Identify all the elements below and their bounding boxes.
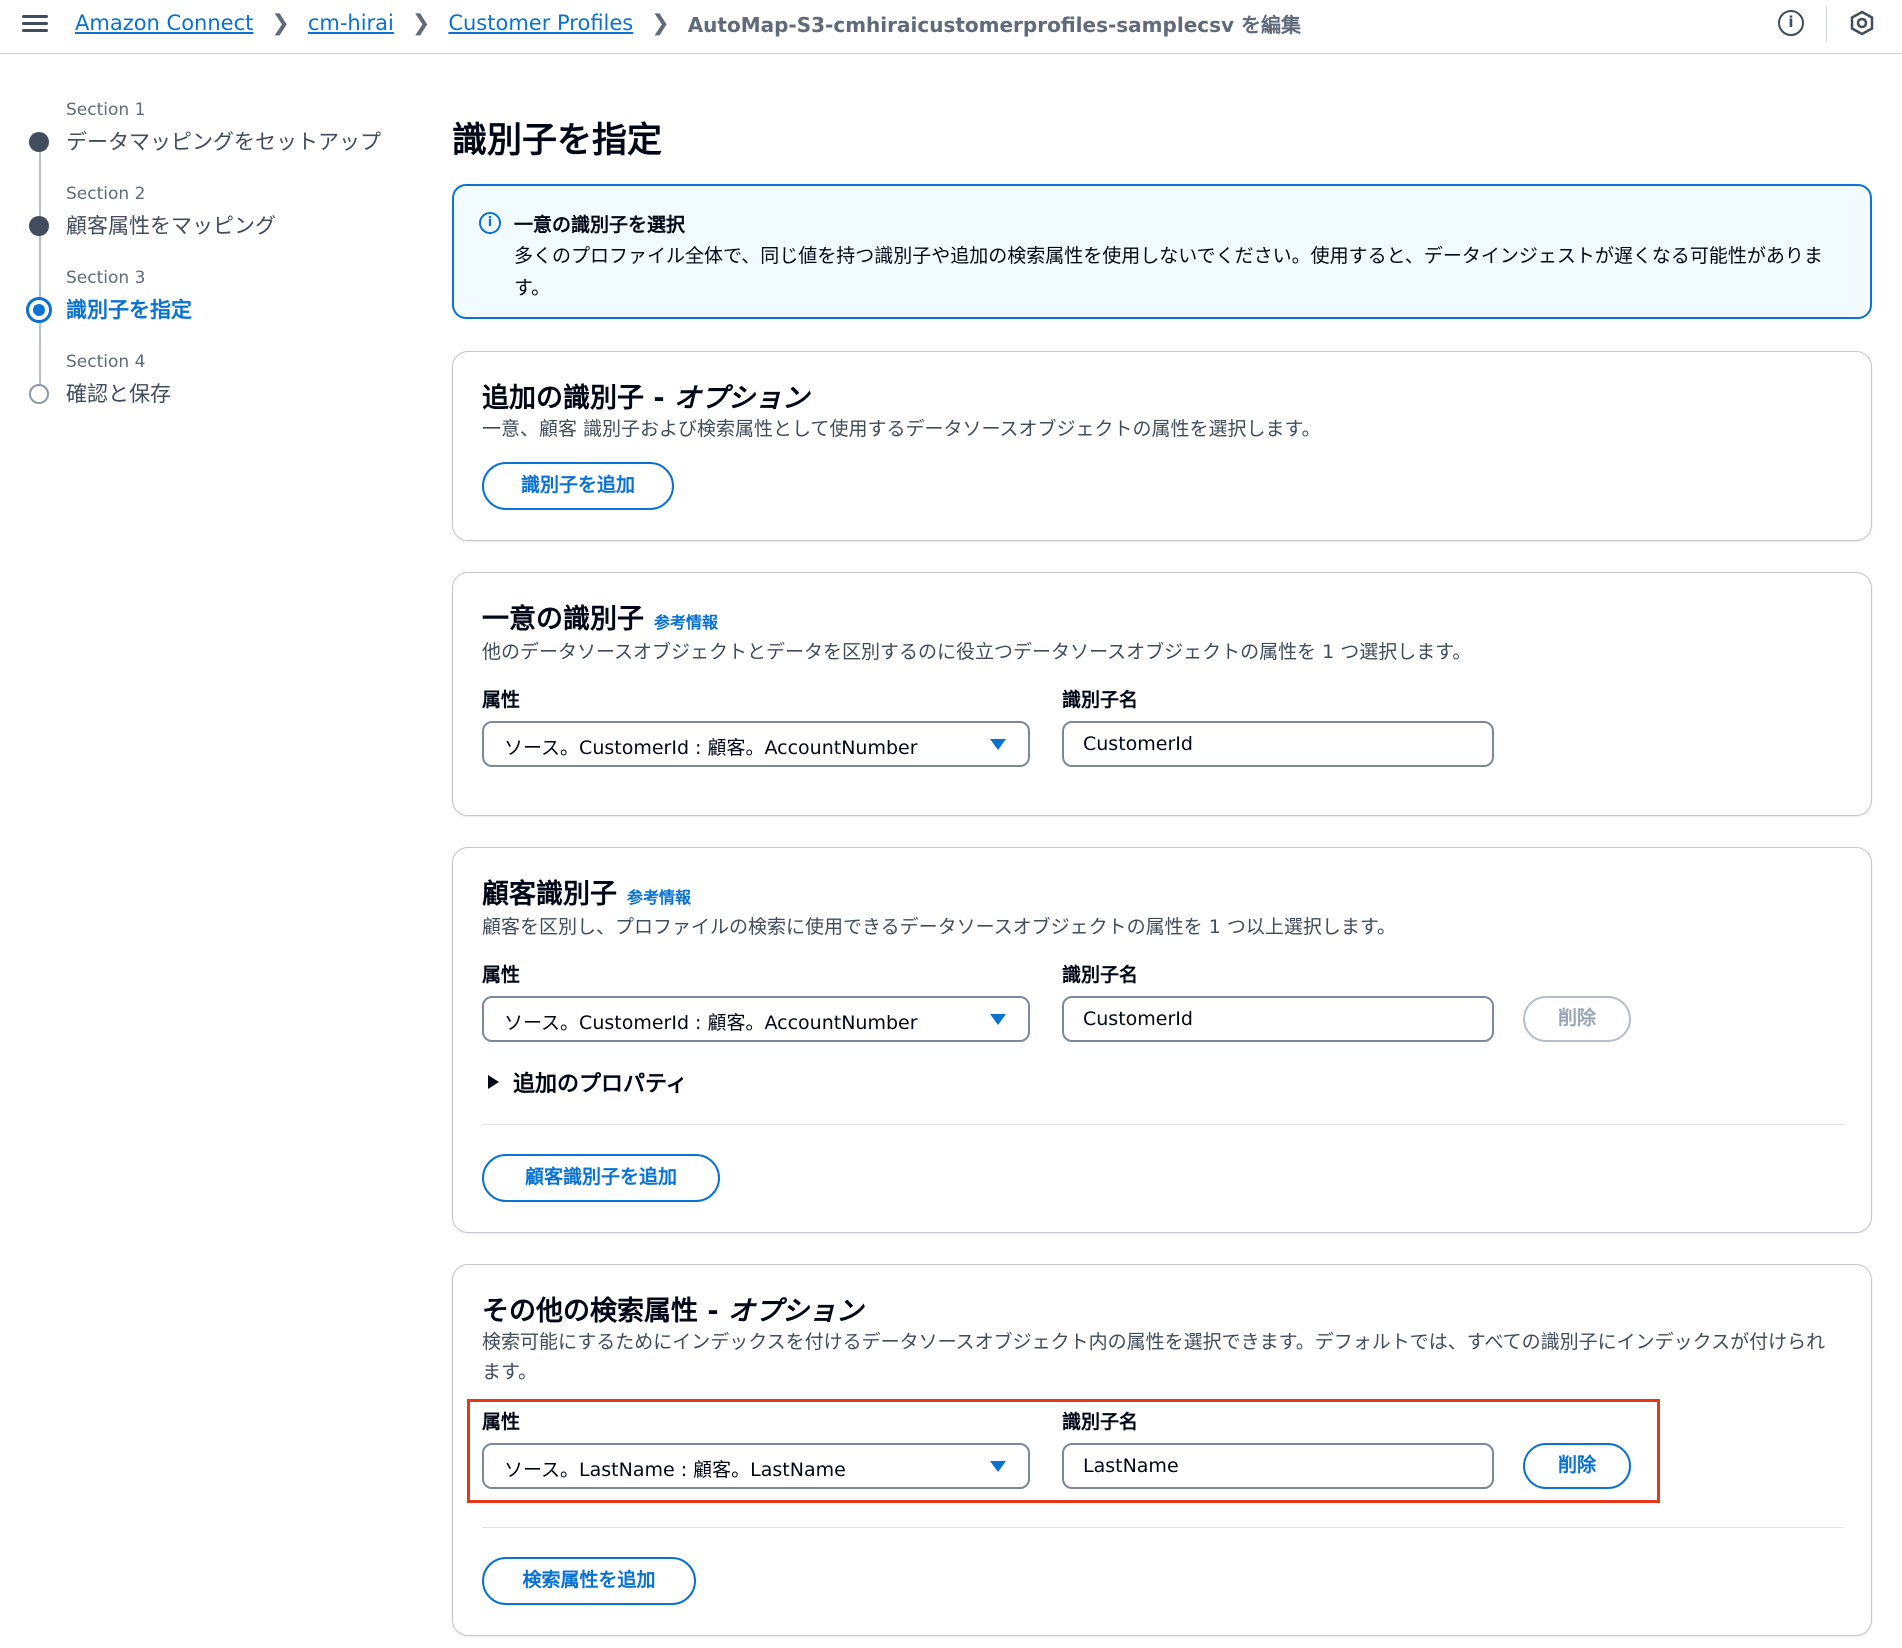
step-1[interactable]: Section 1 データマッピングをセットアップ: [0, 90, 420, 170]
card-title-text: 顧客識別子: [482, 879, 617, 910]
attribute-label: 属性: [482, 964, 521, 986]
caret-right-icon: [488, 1075, 499, 1089]
expander-label: 追加のプロパティ: [513, 1072, 688, 1097]
identifier-name-input[interactable]: [1062, 996, 1494, 1042]
divider: [482, 1527, 1844, 1528]
card-description: 一意、顧客 識別子および検索属性として使用するデータソースオブジェクトの属性を選…: [482, 418, 1321, 440]
step-label: 識別子を指定: [66, 298, 192, 322]
caret-down-icon: [990, 739, 1006, 750]
card-title: 一意の識別子 参考情報: [482, 597, 718, 636]
step-4: Section 4 確認と保存: [0, 342, 420, 422]
card-title-text: 追加の識別子 -: [482, 383, 675, 414]
additional-properties-expander[interactable]: 追加のプロパティ: [488, 1066, 688, 1098]
card-title: 顧客識別子 参考情報: [482, 872, 691, 911]
card-description: 検索可能にするためにインデックスを付けるデータソースオブジェクト内の属性を選択で…: [482, 1331, 1826, 1383]
add-search-attribute-button[interactable]: 検索属性を追加: [482, 1557, 696, 1605]
card-description: 他のデータソースオブジェクトとデータを区別するのに役立つデータソースオブジェクト…: [482, 641, 1472, 663]
step-number: Section 2: [66, 184, 146, 204]
additional-identifiers-card: 追加の識別子 - オプション 一意、顧客 識別子および検索属性として使用するデー…: [452, 351, 1872, 541]
card-title-text: その他の検索属性 -: [482, 1296, 729, 1327]
unique-identifier-card: 一意の識別子 参考情報 他のデータソースオブジェクトとデータを区別するのに役立つデ…: [452, 572, 1872, 816]
info-icon[interactable]: i: [1778, 10, 1804, 36]
step-number: Section 1: [66, 100, 146, 120]
info-link[interactable]: 参考情報: [654, 613, 718, 632]
highlight-annotation: [467, 1399, 1660, 1503]
top-navigation: Amazon Connect ❯ cm-hirai ❯ Customer Pro…: [0, 0, 1902, 54]
identifier-name-input[interactable]: [1062, 721, 1494, 767]
breadcrumb-amazon-connect[interactable]: Amazon Connect: [75, 11, 253, 35]
caret-down-icon: [990, 1014, 1006, 1025]
breadcrumb-current: AutoMap-S3-cmhiraicustomerprofiles-sampl…: [687, 12, 1302, 37]
identifier-name-label: 識別子名: [1062, 964, 1139, 986]
info-icon: i: [479, 212, 501, 234]
chevron-right-icon: ❯: [271, 10, 290, 36]
step-label[interactable]: 顧客属性をマッピング: [66, 210, 276, 240]
card-description: 顧客を区別し、プロファイルの検索に使用できるデータソースオブジェクトの属性を 1…: [482, 916, 1396, 938]
card-title-optional: オプション: [674, 383, 810, 414]
step-3[interactable]: Section 3 識別子を指定: [0, 258, 420, 338]
page-title: 識別子を指定: [452, 121, 663, 161]
breadcrumb-instance[interactable]: cm-hirai: [308, 11, 394, 35]
breadcrumb: Amazon Connect ❯ cm-hirai ❯ Customer Pro…: [75, 8, 1301, 38]
card-title-optional: オプション: [728, 1296, 864, 1327]
settings-icon[interactable]: [1849, 10, 1875, 36]
card-title: 追加の識別子 - オプション: [482, 376, 809, 415]
step-number: Section 3: [66, 268, 146, 288]
info-alert: i 一意の識別子を選択 多くのプロファイル全体で、同じ値を持つ識別子や追加の検索…: [452, 184, 1872, 319]
attribute-label: 属性: [482, 689, 521, 711]
customer-identifier-card: 顧客識別子 参考情報 顧客を区別し、プロファイルの検索に使用できるデータソースオブ…: [452, 847, 1872, 1233]
breadcrumb-customer-profiles[interactable]: Customer Profiles: [448, 11, 633, 35]
chevron-right-icon: ❯: [411, 10, 431, 36]
step-done-icon: [29, 132, 49, 152]
attribute-select-value: ソース。CustomerId : 顧客。AccountNumber: [504, 737, 918, 759]
card-title: その他の検索属性 - オプション: [482, 1289, 863, 1328]
identifier-name-label: 識別子名: [1062, 689, 1139, 711]
step-2[interactable]: Section 2 顧客属性をマッピング: [0, 174, 420, 254]
step-number: Section 4: [66, 352, 146, 372]
add-identifier-button[interactable]: 識別子を追加: [482, 462, 674, 510]
step-label: 確認と保存: [66, 382, 171, 406]
attribute-select-value: ソース。CustomerId : 顧客。AccountNumber: [504, 1012, 918, 1034]
card-title-text: 一意の識別子: [482, 604, 644, 635]
menu-icon[interactable]: [22, 12, 48, 34]
attribute-select[interactable]: ソース。CustomerId : 顧客。AccountNumber: [482, 721, 1030, 767]
divider: [482, 1124, 1844, 1125]
step-done-icon: [29, 216, 49, 236]
step-pending-icon: [29, 384, 49, 404]
delete-button: 削除: [1523, 996, 1631, 1042]
alert-title: 一意の識別子を選択: [514, 214, 686, 236]
step-label[interactable]: データマッピングをセットアップ: [66, 126, 381, 156]
info-link[interactable]: 参考情報: [627, 888, 691, 907]
attribute-select[interactable]: ソース。CustomerId : 顧客。AccountNumber: [482, 996, 1030, 1042]
alert-text: 多くのプロファイル全体で、同じ値を持つ識別子や追加の検索属性を使用しないでくださ…: [514, 245, 1823, 299]
step-active-icon: [26, 297, 52, 323]
chevron-right-icon: ❯: [651, 10, 670, 36]
add-customer-identifier-button[interactable]: 顧客識別子を追加: [482, 1154, 720, 1202]
divider: [1826, 6, 1827, 42]
